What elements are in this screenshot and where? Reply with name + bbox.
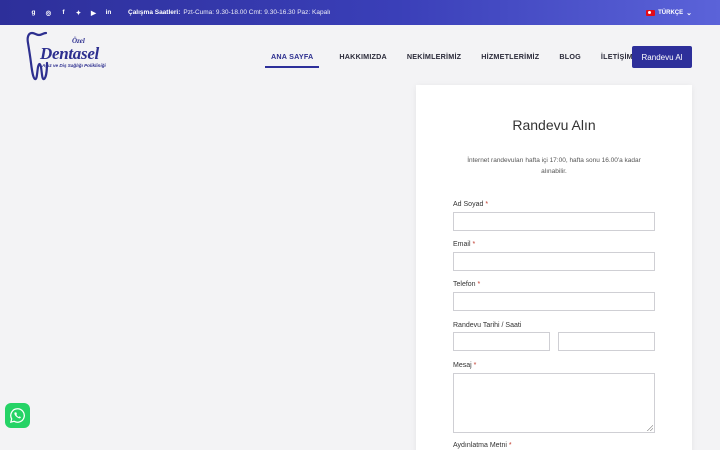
instagram-icon[interactable]: ◎ (41, 7, 56, 19)
email-label-text: Email (453, 241, 471, 248)
logo[interactable]: Özel Dentasel Ağız ve Diş Sağlığı Polikl… (26, 31, 118, 83)
logo-brand: Dentasel (40, 44, 99, 63)
nav-item-blog[interactable]: BLOG (559, 46, 581, 67)
date-input[interactable] (453, 332, 550, 351)
message-textarea[interactable] (453, 373, 655, 433)
nav-item-contact[interactable]: İLETİŞİM (601, 46, 633, 67)
appointment-form: Randevu Alın İnternet randevuları hafta … (416, 85, 692, 450)
linkedin-icon[interactable]: in (101, 7, 116, 19)
datetime-label: Randevu Tarihi / Saati (453, 322, 522, 329)
appointment-button[interactable]: Randevu Al (632, 46, 692, 68)
required-mark: * (472, 241, 476, 248)
site-header: Özel Dentasel Ağız ve Diş Sağlığı Polikl… (0, 25, 720, 87)
required-mark: * (508, 442, 512, 449)
working-hours-value: Pzt-Cuma: 9.30-18.00 Cmt: 9.30-16.30 Paz… (183, 9, 331, 16)
top-bar: g ◎ f ✦ ▶ in Çalışma Saatleri: Pzt-Cuma:… (0, 0, 720, 25)
consent-label-text: Aydınlatma Metni (453, 442, 507, 449)
language-selector[interactable]: TÜRKÇE ⌄ (646, 0, 692, 25)
turkey-flag-icon (646, 9, 656, 16)
required-mark: * (485, 201, 489, 208)
phone-input[interactable] (453, 292, 655, 311)
time-input[interactable] (558, 332, 655, 351)
form-title: Randevu Alın (512, 117, 596, 133)
nav-item-doctors[interactable]: NEKİMLERİMİZ (407, 46, 461, 67)
social-links: g ◎ f ✦ ▶ in (26, 7, 116, 19)
google-icon[interactable]: g (26, 7, 41, 19)
name-label: Ad Soyad * (453, 201, 488, 208)
nav-item-about[interactable]: HAKKIMIZDA (339, 46, 387, 67)
name-input[interactable] (453, 212, 655, 231)
twitter-icon[interactable]: ✦ (71, 7, 86, 19)
youtube-icon[interactable]: ▶ (86, 7, 101, 19)
required-mark: * (473, 362, 477, 369)
consent-label: Aydınlatma Metni * (453, 442, 512, 449)
nav-item-services[interactable]: HİZMETLERİMİZ (481, 46, 539, 67)
name-label-text: Ad Soyad (453, 201, 484, 208)
phone-label-text: Telefon (453, 281, 476, 288)
phone-label: Telefon * (453, 281, 480, 288)
email-input[interactable] (453, 252, 655, 271)
working-hours: Çalışma Saatleri: Pzt-Cuma: 9.30-18.00 C… (128, 9, 330, 16)
whatsapp-icon (9, 408, 25, 424)
message-label-text: Mesaj (453, 362, 472, 369)
main-nav: ANA SAYFA HAKKIMIZDA NEKİMLERİMİZ HİZMET… (265, 25, 653, 87)
resize-handle[interactable] (647, 425, 653, 431)
email-label: Email * (453, 241, 475, 248)
logo-tagline: Ağız ve Diş Sağlığı Polikliniği (42, 63, 106, 68)
working-hours-label: Çalışma Saatleri: (128, 9, 181, 16)
facebook-icon[interactable]: f (56, 7, 71, 19)
required-mark: * (477, 281, 481, 288)
language-label: TÜRKÇE (658, 9, 684, 16)
form-note: İnternet randevuları hafta içi 17:00, ha… (467, 157, 641, 175)
message-label: Mesaj * (453, 362, 476, 369)
whatsapp-button[interactable] (5, 403, 30, 428)
nav-item-home[interactable]: ANA SAYFA (265, 46, 320, 68)
chevron-down-icon: ⌄ (686, 9, 692, 17)
